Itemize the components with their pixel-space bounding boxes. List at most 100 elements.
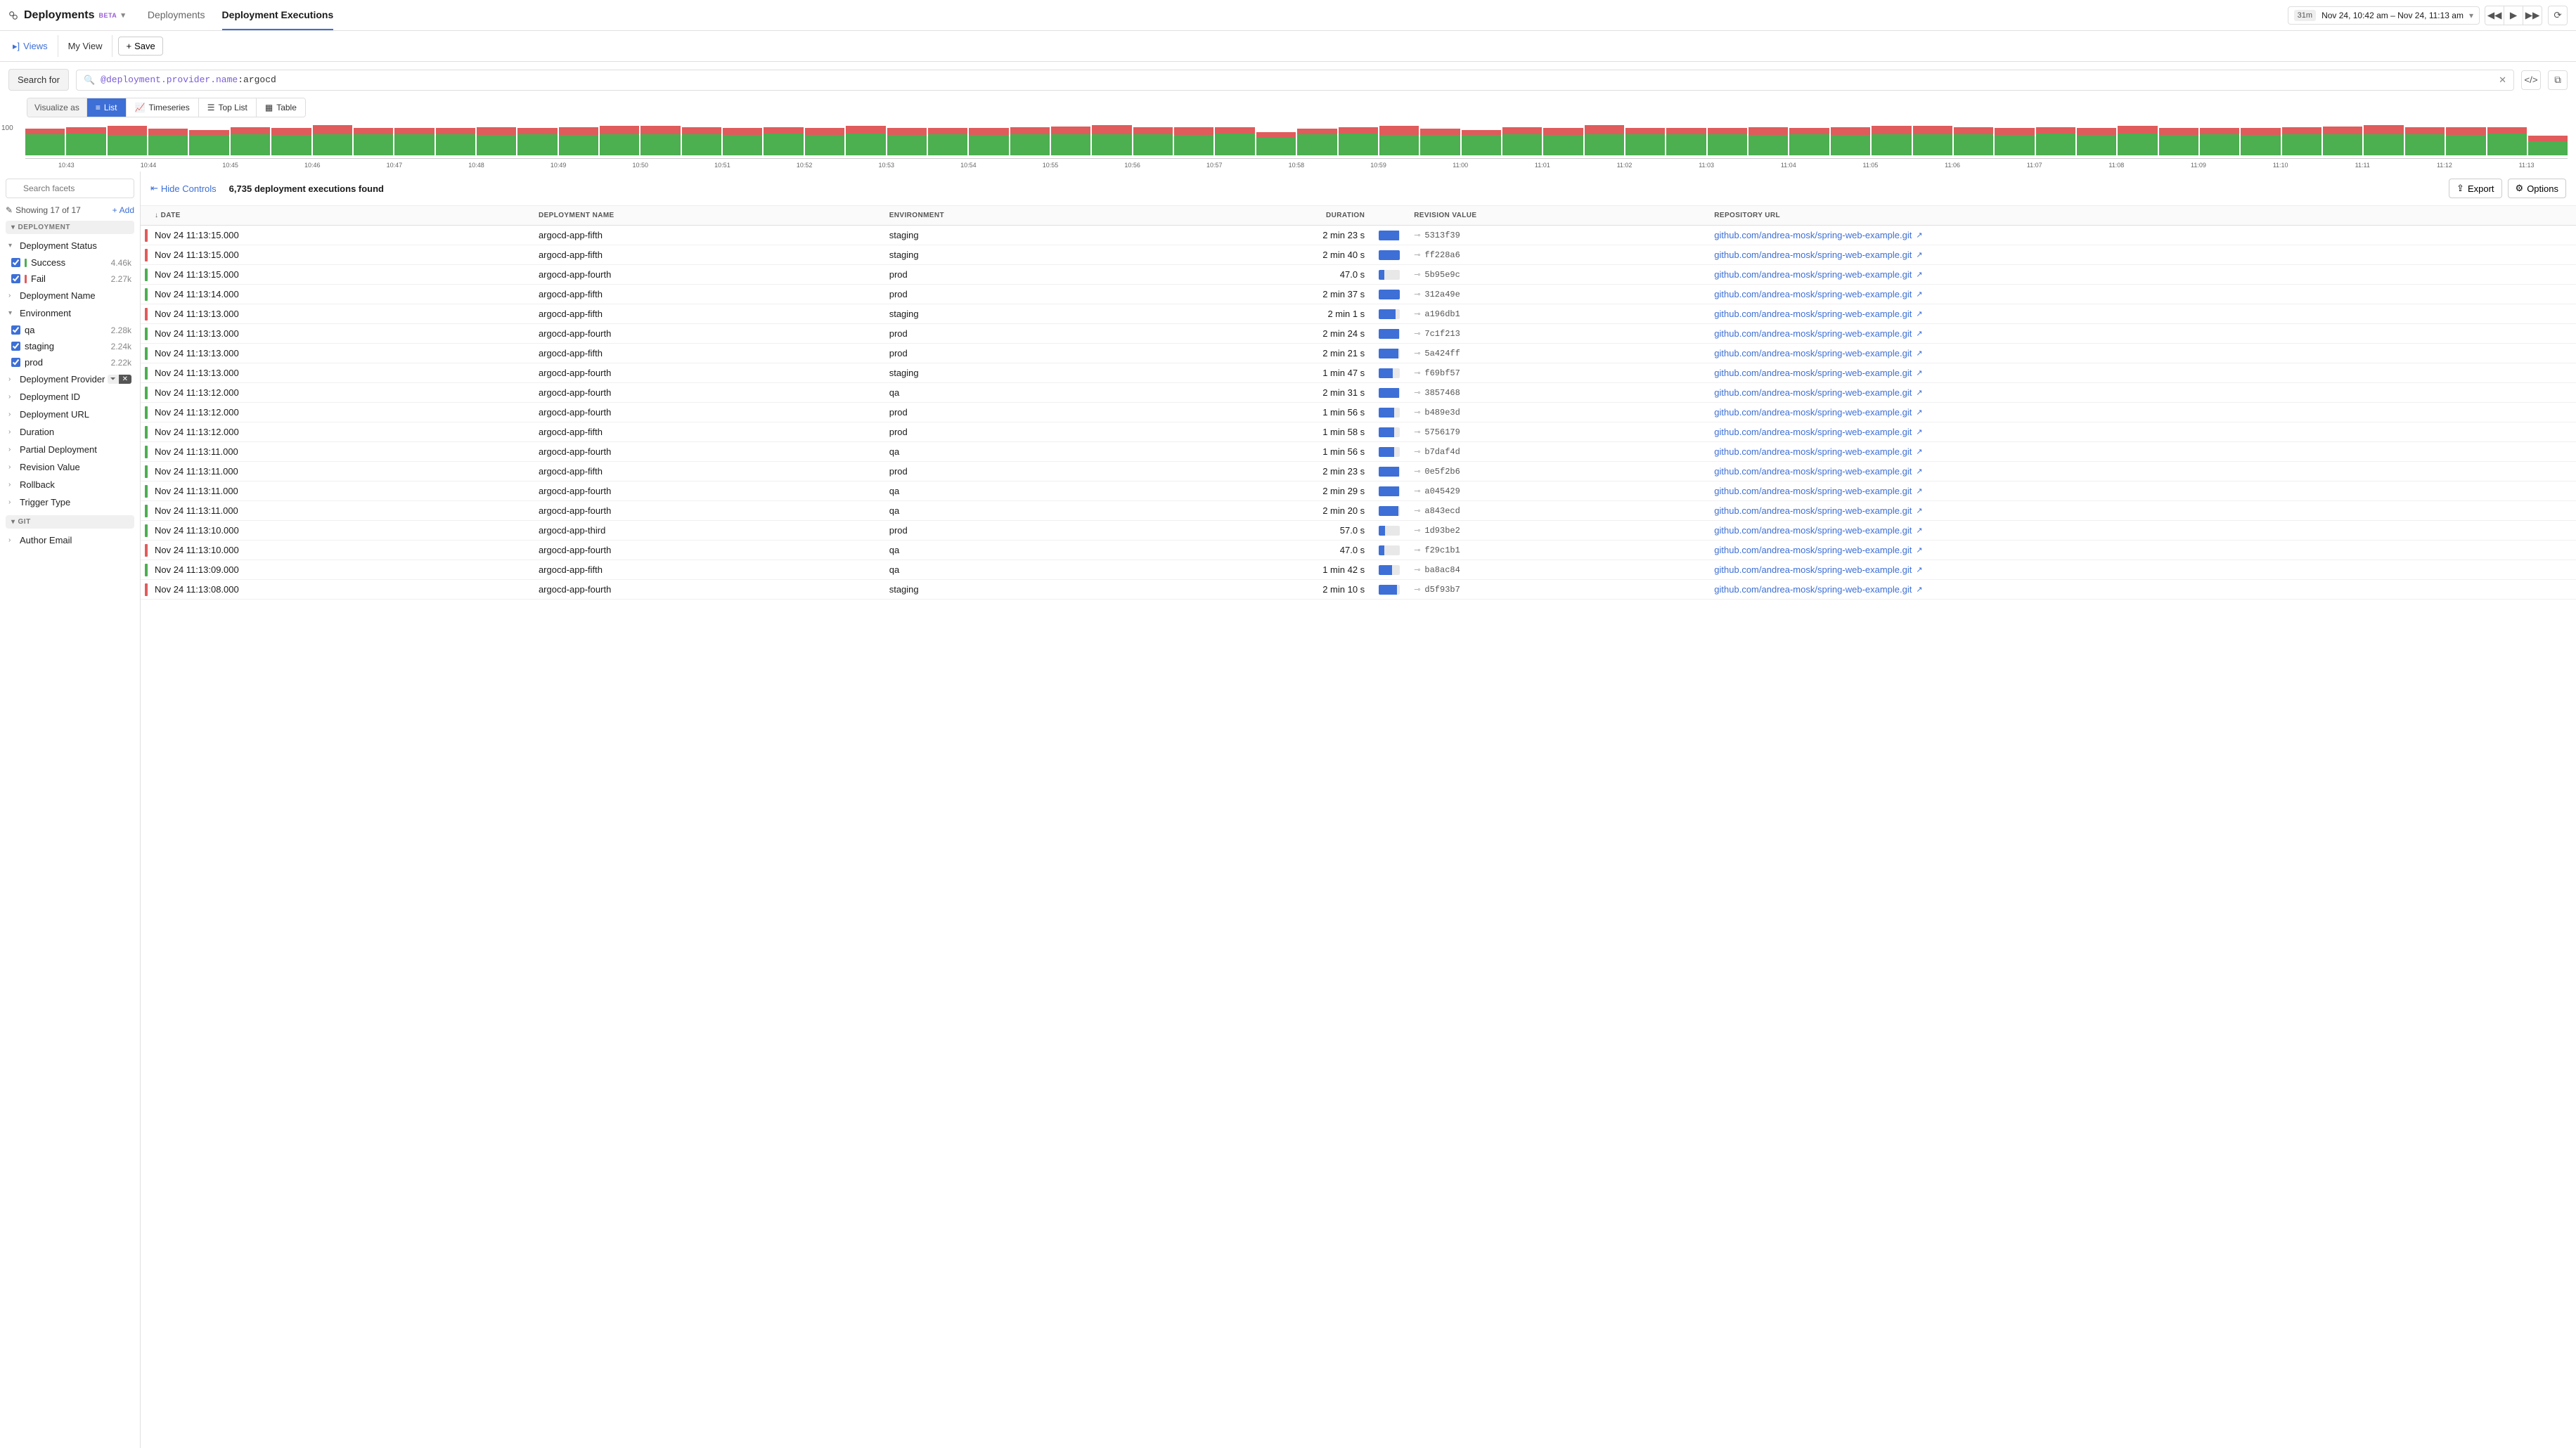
facet-environment[interactable]: ▾Environment xyxy=(6,304,134,322)
repo-link[interactable]: github.com/andrea-mosk/spring-web-exampl… xyxy=(1714,505,1912,516)
facet-deployment-name[interactable]: ›Deployment Name xyxy=(6,287,134,304)
checkbox-fail[interactable] xyxy=(11,274,20,283)
facet-check-prod[interactable]: prod 2.22k xyxy=(8,354,134,370)
histogram-bar[interactable] xyxy=(231,127,270,155)
external-link-icon[interactable]: ↗ xyxy=(1916,585,1922,594)
repo-link[interactable]: github.com/andrea-mosk/spring-web-exampl… xyxy=(1714,466,1912,477)
histogram-bar[interactable] xyxy=(189,130,228,155)
external-link-icon[interactable]: ↗ xyxy=(1916,467,1922,476)
repo-link[interactable]: github.com/andrea-mosk/spring-web-exampl… xyxy=(1714,545,1912,555)
repo-link[interactable]: github.com/andrea-mosk/spring-web-exampl… xyxy=(1714,289,1912,299)
refresh-button[interactable]: ⟳ xyxy=(2548,6,2568,25)
facet-trigger-type[interactable]: ›Trigger Type xyxy=(6,493,134,511)
col-revision[interactable]: REVISION VALUE xyxy=(1407,206,1707,226)
facet-group-deployment[interactable]: ▾ DEPLOYMENT xyxy=(6,221,134,234)
repo-link[interactable]: github.com/andrea-mosk/spring-web-exampl… xyxy=(1714,309,1912,319)
viz-table[interactable]: ▦Table xyxy=(257,98,305,117)
time-range-picker[interactable]: 31m Nov 24, 10:42 am – Nov 24, 11:13 am … xyxy=(2288,6,2480,25)
histogram-bar[interactable] xyxy=(108,126,147,155)
table-row[interactable]: Nov 24 11:13:11.000argocd-app-fourthqa1 … xyxy=(141,442,2576,462)
table-row[interactable]: Nov 24 11:13:14.000argocd-app-fifthprod2… xyxy=(141,285,2576,304)
histogram-bar[interactable] xyxy=(764,127,803,155)
histogram-bar[interactable] xyxy=(2446,127,2485,155)
facet-check-staging[interactable]: staging 2.24k xyxy=(8,338,134,354)
external-link-icon[interactable]: ↗ xyxy=(1916,565,1922,574)
facet-deployment-url[interactable]: ›Deployment URL xyxy=(6,406,134,423)
histogram-bar[interactable] xyxy=(1749,127,1788,155)
facet-add-button[interactable]: + Add xyxy=(112,205,134,215)
pencil-icon[interactable]: ✎ xyxy=(6,205,13,215)
col-repo[interactable]: REPOSITORY URL xyxy=(1707,206,2576,226)
tab-deployment-executions[interactable]: Deployment Executions xyxy=(222,1,334,30)
filter-chip[interactable]: ⏷✕ xyxy=(108,375,131,384)
table-row[interactable]: Nov 24 11:13:13.000argocd-app-fifthprod2… xyxy=(141,344,2576,363)
export-button[interactable]: ⇪Export xyxy=(2449,179,2501,198)
table-row[interactable]: Nov 24 11:13:08.000argocd-app-fourthstag… xyxy=(141,580,2576,600)
external-link-icon[interactable]: ↗ xyxy=(1916,368,1922,377)
histogram-bar[interactable] xyxy=(313,125,352,155)
histogram-bar[interactable] xyxy=(1831,127,1870,155)
search-box[interactable]: 🔍 @deployment.provider.name:argocd ✕ xyxy=(76,70,2514,91)
checkbox-success[interactable] xyxy=(11,258,20,267)
facet-duration[interactable]: ›Duration xyxy=(6,423,134,441)
col-env[interactable]: ENVIRONMENT xyxy=(882,206,1152,226)
external-link-icon[interactable]: ↗ xyxy=(1916,349,1922,358)
facet-revision-value[interactable]: ›Revision Value xyxy=(6,458,134,476)
table-row[interactable]: Nov 24 11:13:12.000argocd-app-fourthprod… xyxy=(141,403,2576,422)
views-button[interactable]: ▸] Views xyxy=(8,38,52,55)
table-row[interactable]: Nov 24 11:13:13.000argocd-app-fourthstag… xyxy=(141,363,2576,383)
histogram-bar[interactable] xyxy=(2282,127,2321,155)
histogram-bars[interactable] xyxy=(25,126,2568,155)
histogram-bar[interactable] xyxy=(1995,128,2034,155)
external-link-icon[interactable]: ↗ xyxy=(1916,231,1922,240)
hide-controls-button[interactable]: ⇤ Hide Controls xyxy=(150,183,217,194)
histogram-bar[interactable] xyxy=(2241,128,2280,155)
table-row[interactable]: Nov 24 11:13:13.000argocd-app-fifthstagi… xyxy=(141,304,2576,324)
facet-author-email[interactable]: ›Author Email xyxy=(6,531,134,549)
code-view-button[interactable]: </> xyxy=(2521,70,2541,90)
histogram-bar[interactable] xyxy=(2405,127,2445,155)
histogram-bar[interactable] xyxy=(1913,126,1952,155)
table-row[interactable]: Nov 24 11:13:11.000argocd-app-fifthprod2… xyxy=(141,462,2576,481)
external-link-icon[interactable]: ↗ xyxy=(1916,388,1922,397)
table-row[interactable]: Nov 24 11:13:10.000argocd-app-thirdprod5… xyxy=(141,521,2576,541)
facet-rollback[interactable]: ›Rollback xyxy=(6,476,134,493)
repo-link[interactable]: github.com/andrea-mosk/spring-web-exampl… xyxy=(1714,407,1912,418)
histogram-bar[interactable] xyxy=(1789,128,1829,155)
repo-link[interactable]: github.com/andrea-mosk/spring-web-exampl… xyxy=(1714,230,1912,240)
histogram-bar[interactable] xyxy=(66,127,105,155)
external-link-icon[interactable]: ↗ xyxy=(1916,526,1922,535)
repo-link[interactable]: github.com/andrea-mosk/spring-web-exampl… xyxy=(1714,328,1912,339)
external-link-icon[interactable]: ↗ xyxy=(1916,309,1922,318)
table-row[interactable]: Nov 24 11:13:12.000argocd-app-fifthprod1… xyxy=(141,422,2576,442)
options-button[interactable]: ⚙Options xyxy=(2508,179,2566,198)
histogram-bar[interactable] xyxy=(1379,126,1419,155)
table-row[interactable]: Nov 24 11:13:12.000argocd-app-fourthqa2 … xyxy=(141,383,2576,403)
col-date[interactable]: ↓ DATE xyxy=(148,206,532,226)
histogram-bar[interactable] xyxy=(969,128,1008,155)
histogram-bar[interactable] xyxy=(2487,127,2527,155)
checkbox-staging[interactable] xyxy=(11,342,20,351)
facet-check-qa[interactable]: qa 2.28k xyxy=(8,322,134,338)
col-name[interactable]: DEPLOYMENT NAME xyxy=(532,206,882,226)
external-link-icon[interactable]: ↗ xyxy=(1916,408,1922,417)
external-link-icon[interactable]: ↗ xyxy=(1916,506,1922,515)
col-duration[interactable]: DURATION xyxy=(1152,206,1372,226)
checkbox-qa[interactable] xyxy=(11,325,20,335)
repo-link[interactable]: github.com/andrea-mosk/spring-web-exampl… xyxy=(1714,387,1912,398)
facet-check-fail[interactable]: Fail 2.27k xyxy=(8,271,134,287)
histogram-bar[interactable] xyxy=(2323,127,2362,155)
histogram-bar[interactable] xyxy=(1585,125,1624,155)
table-row[interactable]: Nov 24 11:13:11.000argocd-app-fourthqa2 … xyxy=(141,481,2576,501)
histogram-bar[interactable] xyxy=(394,128,434,155)
histogram-bar[interactable] xyxy=(2077,128,2116,155)
histogram-bar[interactable] xyxy=(2159,128,2198,155)
histogram-bar[interactable] xyxy=(517,128,557,155)
histogram-bar[interactable] xyxy=(2364,125,2403,155)
clear-search-icon[interactable]: ✕ xyxy=(2499,75,2506,86)
repo-link[interactable]: github.com/andrea-mosk/spring-web-exampl… xyxy=(1714,486,1912,496)
external-link-icon[interactable]: ↗ xyxy=(1916,250,1922,259)
table-row[interactable]: Nov 24 11:13:09.000argocd-app-fifthqa1 m… xyxy=(141,560,2576,580)
histogram-bar[interactable] xyxy=(846,126,885,155)
time-forward-button[interactable]: ▶▶ xyxy=(2523,6,2542,25)
